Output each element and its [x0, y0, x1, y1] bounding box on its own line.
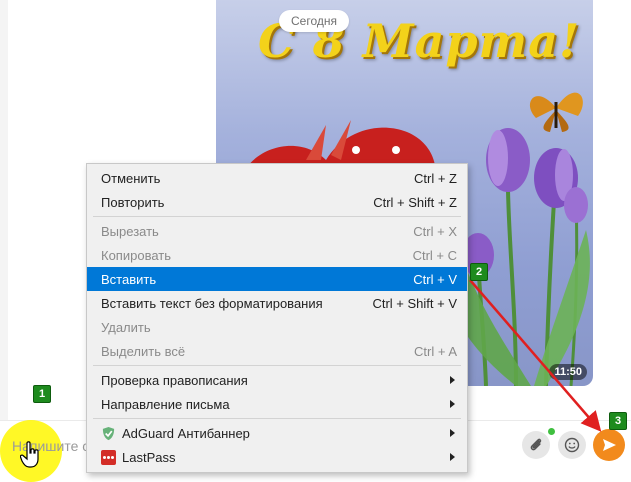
emoji-button[interactable]	[558, 431, 586, 459]
message-time: 11:50	[549, 364, 587, 380]
menu-separator	[93, 418, 461, 419]
step-badge-2: 2	[470, 263, 488, 281]
submenu-arrow-icon	[450, 376, 455, 384]
menu-item-spellcheck[interactable]: Проверка правописания	[87, 368, 467, 392]
send-button[interactable]	[593, 429, 625, 461]
menu-item-select-all[interactable]: Выделить всё Ctrl + A	[87, 339, 467, 363]
menu-item-writing-direction[interactable]: Направление письма	[87, 392, 467, 416]
hand-cursor-icon	[20, 441, 39, 468]
menu-item-lastpass[interactable]: LastPass	[87, 445, 467, 469]
step-badge-3: 3	[609, 412, 627, 430]
submenu-arrow-icon	[450, 400, 455, 408]
adguard-shield-icon	[102, 426, 115, 440]
online-status-dot	[548, 428, 555, 435]
menu-item-redo[interactable]: Повторить Ctrl + Shift + Z	[87, 190, 467, 214]
paperclip-icon	[530, 438, 542, 451]
submenu-arrow-icon	[450, 429, 455, 437]
menu-item-paste[interactable]: Вставить Ctrl + V	[87, 267, 467, 291]
menu-item-cut[interactable]: Вырезать Ctrl + X	[87, 219, 467, 243]
date-separator: Сегодня	[279, 10, 349, 32]
chat-left-edge	[0, 0, 8, 473]
menu-item-adguard[interactable]: AdGuard Антибаннер	[87, 421, 467, 445]
menu-item-paste-plain[interactable]: Вставить текст без форматирования Ctrl +…	[87, 291, 467, 315]
submenu-arrow-icon	[450, 453, 455, 461]
lastpass-icon	[101, 449, 116, 465]
menu-item-delete[interactable]: Удалить	[87, 315, 467, 339]
smiley-icon	[564, 437, 580, 453]
attach-button[interactable]	[522, 431, 550, 459]
send-arrow-icon	[603, 439, 616, 451]
menu-separator	[93, 216, 461, 217]
menu-item-copy[interactable]: Копировать Ctrl + C	[87, 243, 467, 267]
context-menu: Отменить Ctrl + Z Повторить Ctrl + Shift…	[86, 163, 468, 473]
menu-separator	[93, 365, 461, 366]
step-badge-1: 1	[33, 385, 51, 403]
menu-item-undo[interactable]: Отменить Ctrl + Z	[87, 166, 467, 190]
